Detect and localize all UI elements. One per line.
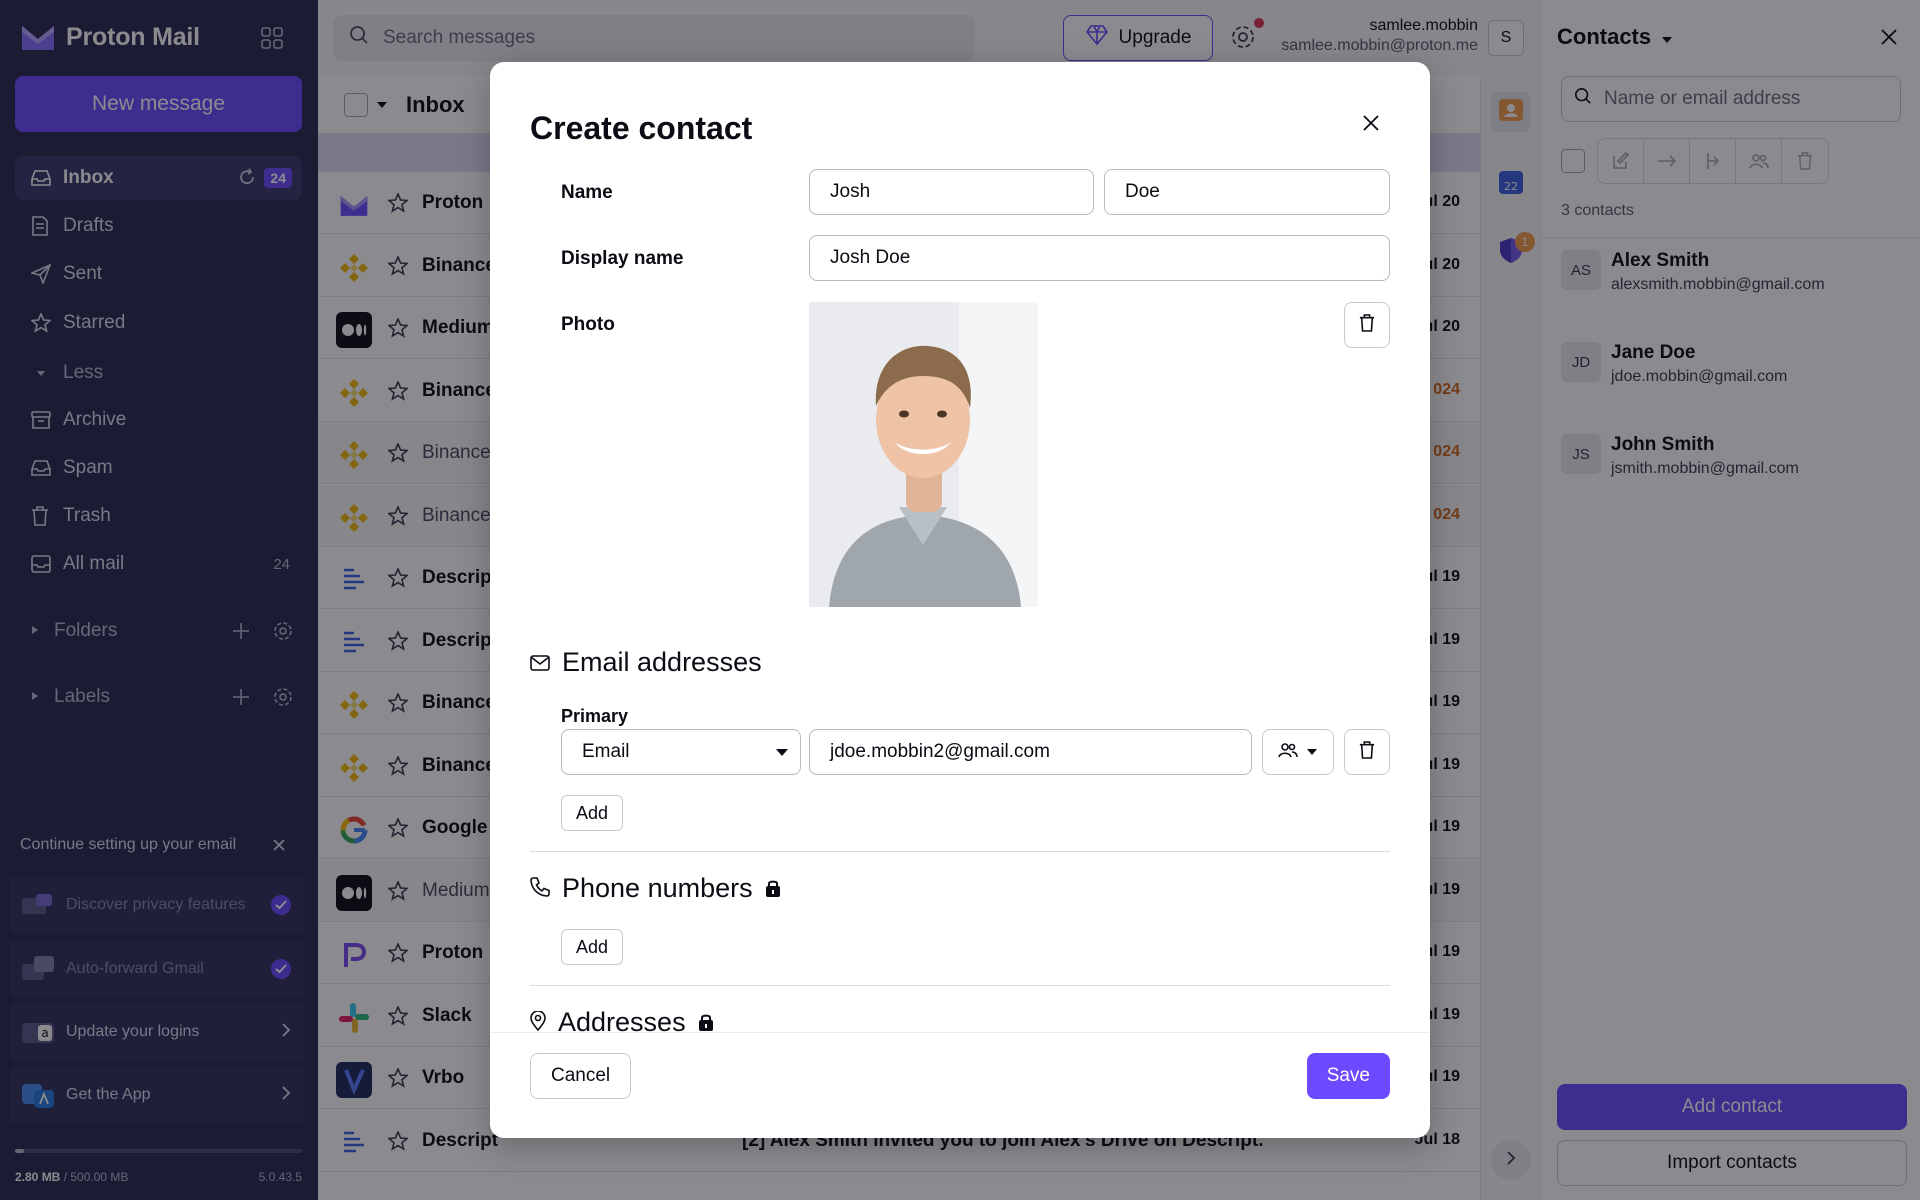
modal-title: Create contact — [530, 110, 753, 146]
close-icon[interactable] — [1362, 114, 1380, 137]
remove-email-button[interactable] — [1344, 729, 1390, 775]
first-name-input[interactable]: Josh — [809, 169, 1094, 215]
phone-icon — [530, 873, 550, 904]
divider — [530, 985, 1390, 986]
remove-photo-button[interactable] — [1344, 302, 1390, 348]
trash-icon — [1359, 740, 1375, 764]
envelope-icon — [530, 647, 550, 678]
caret-down-icon — [776, 749, 788, 756]
email-address-input[interactable]: jdoe.mobbin2@gmail.com — [809, 729, 1252, 775]
display-name-label: Display name — [561, 248, 684, 269]
save-button[interactable]: Save — [1306, 1053, 1390, 1099]
divider — [530, 851, 1390, 852]
contact-photo[interactable] — [809, 302, 1038, 607]
email-type-select[interactable]: Email — [561, 729, 801, 775]
email-section-label: Email addresses — [562, 647, 762, 677]
last-name-input[interactable]: Doe — [1104, 169, 1390, 215]
modal-footer: Cancel Save — [490, 1032, 1430, 1138]
contact-group-dropdown[interactable] — [1262, 729, 1334, 775]
create-contact-modal: Create contact Name Josh Doe Display nam… — [490, 62, 1430, 1138]
phone-section-title: Phone numbers — [530, 873, 781, 904]
primary-label: Primary — [561, 706, 629, 726]
email-section-title: Email addresses — [530, 647, 762, 678]
display-name-input[interactable]: Josh Doe — [809, 235, 1390, 281]
email-type-value: Email — [582, 741, 630, 762]
phone-section-label: Phone numbers — [562, 873, 753, 903]
add-email-button[interactable]: Add — [561, 795, 624, 831]
add-phone-button[interactable]: Add — [561, 929, 624, 965]
trash-icon — [1359, 313, 1375, 337]
cancel-button[interactable]: Cancel — [530, 1053, 632, 1099]
group-icon — [1278, 742, 1298, 763]
name-label: Name — [561, 182, 613, 203]
photo-label: Photo — [561, 314, 615, 335]
lock-icon — [765, 873, 781, 904]
caret-down-icon — [1306, 743, 1318, 761]
